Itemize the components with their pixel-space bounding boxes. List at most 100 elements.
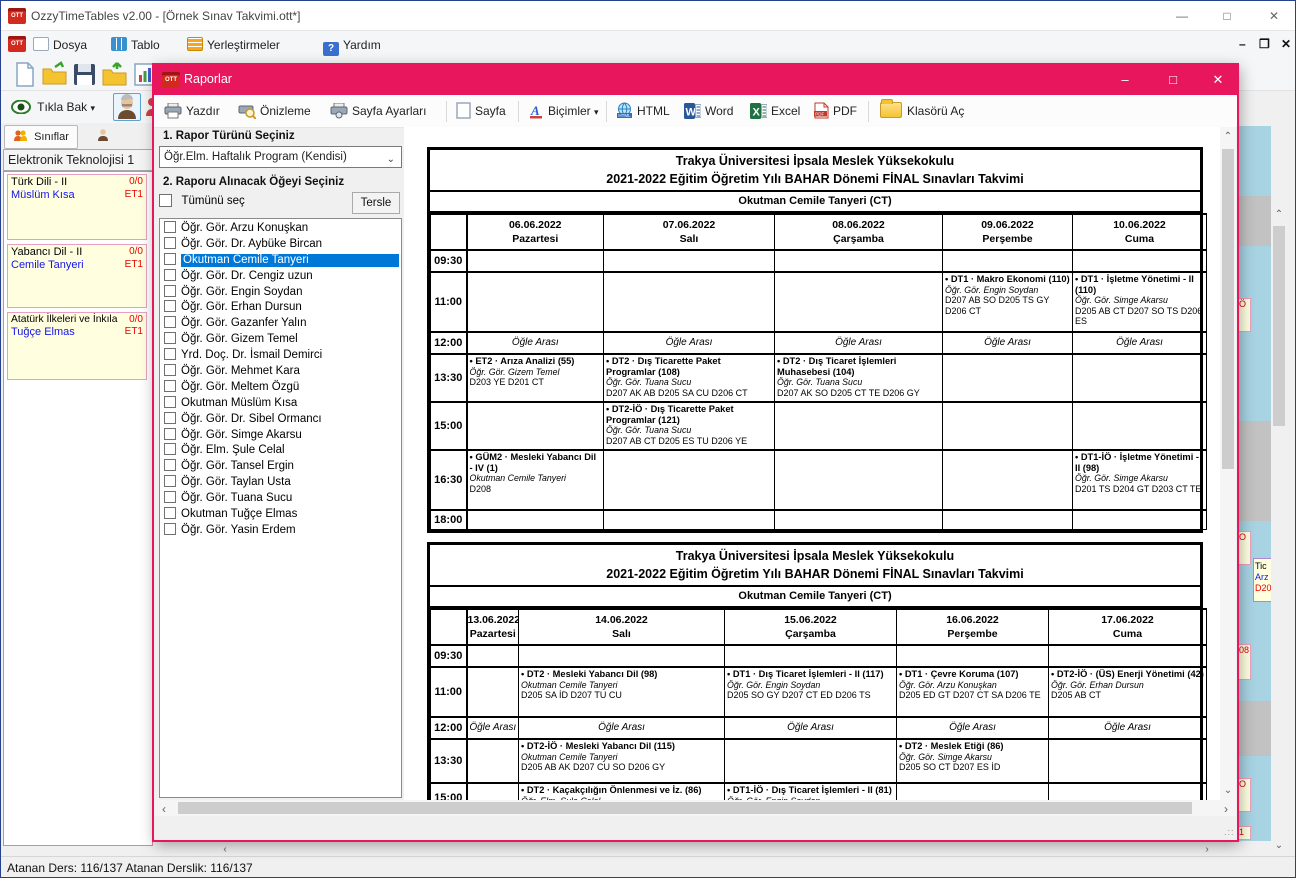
teacher-list-item[interactable]: Okutman Müslüm Kısa [160, 396, 401, 412]
course-card[interactable]: Yabancı Dil - II0/0 Cemile TanyeriET1 [7, 244, 147, 308]
report-type-select[interactable]: Öğr.Elm. Haftalık Program (Kendisi)⌄ [159, 146, 402, 168]
maximize-button[interactable]: □ [1218, 9, 1236, 23]
teacher-list-item[interactable]: Öğr. Gör. Dr. Cengiz uzun [160, 269, 401, 285]
export-folder-icon[interactable] [101, 61, 128, 88]
teacher-listbox[interactable]: Öğr. Gör. Arzu KonuşkanÖğr. Gör. Dr. Ayb… [159, 218, 402, 798]
teacher-checkbox[interactable] [164, 412, 176, 424]
teacher-list-item[interactable]: Öğr. Gör. Yasin Erdem [160, 523, 401, 539]
teacher-checkbox[interactable] [164, 507, 176, 519]
formats-button[interactable]: ABiçimler ▾ [528, 99, 599, 124]
teacher-checkbox[interactable] [164, 428, 176, 440]
teacher-checkbox[interactable] [164, 348, 176, 360]
menu-dosya[interactable]: Dosya [33, 35, 87, 55]
teacher-list-item[interactable]: Öğr. Gör. Dr. Sibel Ormancı [160, 412, 401, 428]
teacher-checkbox[interactable] [164, 396, 176, 408]
teacher-list-item[interactable]: Öğr. Gör. Tansel Ergin [160, 459, 401, 475]
new-file-icon[interactable] [11, 61, 38, 88]
preview-button[interactable]: Önizleme [238, 99, 311, 124]
teacher-checkbox[interactable] [164, 491, 176, 503]
teacher-checkbox[interactable] [164, 269, 176, 281]
mdi-close-button[interactable]: ✕ [1281, 37, 1291, 51]
scrollbar-thumb[interactable] [1222, 149, 1234, 469]
teacher-list-item[interactable]: Öğr. Gör. Taylan Usta [160, 475, 401, 491]
teacher-checkbox[interactable] [164, 237, 176, 249]
teacher-checkbox[interactable] [164, 443, 176, 455]
teacher-list-item[interactable]: Okutman Cemile Tanyeri [160, 253, 401, 269]
scroll-right-icon[interactable]: › [1201, 844, 1213, 855]
open-folder-button[interactable]: Klasörü Aç [880, 99, 964, 124]
teacher-checkbox[interactable] [164, 380, 176, 392]
teacher-list-item[interactable]: Öğr. Gör. Meltem Özgü [160, 380, 401, 396]
scroll-left-icon[interactable]: ‹ [219, 844, 231, 855]
mdi-horizontal-scrollbar[interactable]: ‹ › [215, 841, 1241, 856]
exam-cell [943, 510, 1073, 529]
teacher-checkbox[interactable] [164, 475, 176, 487]
scroll-down-icon[interactable]: ⌄ [1271, 840, 1287, 851]
tab-siniflar[interactable]: Sınıflar [4, 125, 78, 149]
page-button[interactable]: Sayfa [456, 99, 506, 124]
pdf-export-button[interactable]: PDFPDF [814, 99, 857, 124]
teacher-list-item[interactable]: Öğr. Gör. Dr. Aybüke Bircan [160, 237, 401, 253]
teacher-list-item[interactable]: Öğr. Gör. Gizem Temel [160, 332, 401, 348]
close-button[interactable]: ✕ [1265, 9, 1283, 23]
resize-grip[interactable]: .:: [1224, 827, 1234, 837]
dialog-titlebar[interactable]: OTT Raporlar – □ ✕ [154, 65, 1237, 95]
menu-yardim[interactable]: ?Yardım [323, 35, 381, 55]
html-export-button[interactable]: HTMLHTML [616, 99, 670, 124]
excel-export-button[interactable]: XExcel [750, 99, 800, 124]
teacher-checkbox[interactable] [164, 300, 176, 312]
scrollbar-thumb[interactable] [178, 802, 1192, 814]
teacher-checkbox[interactable] [164, 285, 176, 297]
time-slot-label: 12:00 [431, 717, 467, 739]
open-folder-icon[interactable] [41, 61, 68, 88]
teacher-checkbox[interactable] [164, 221, 176, 233]
mdi-restore-button[interactable]: ❐ [1259, 37, 1270, 51]
preview-horizontal-scrollbar[interactable]: ‹ › [154, 800, 1236, 816]
mdi-minimize-button[interactable]: – [1239, 37, 1246, 51]
minimize-button[interactable]: — [1173, 9, 1191, 23]
scrollbar-thumb[interactable] [1273, 226, 1285, 426]
select-all-checkbox[interactable] [159, 194, 172, 207]
teacher-list-item[interactable]: Öğr. Gör. Engin Soydan [160, 285, 401, 301]
dialog-maximize-button[interactable]: □ [1162, 72, 1184, 88]
word-export-button[interactable]: WWord [684, 99, 733, 124]
mdi-vertical-scrollbar[interactable]: ⌃ ⌄ [1271, 206, 1287, 854]
teacher-list-item[interactable]: Öğr. Gör. Mehmet Kara [160, 364, 401, 380]
mdi-app-icon[interactable]: OTT [8, 36, 26, 52]
dialog-close-button[interactable]: ✕ [1207, 72, 1229, 88]
scroll-left-icon[interactable]: ‹ [159, 802, 169, 816]
menu-tablo[interactable]: Tablo [111, 35, 160, 55]
teacher-list-item[interactable]: Okutman Tuğçe Elmas [160, 507, 401, 523]
tikla-bak-button[interactable]: Tıkla Bak ▾ [7, 94, 103, 120]
teacher-list-item[interactable]: Öğr. Elm. Şule Celal [160, 443, 401, 459]
teacher-checkbox[interactable] [164, 316, 176, 328]
preview-vertical-scrollbar[interactable]: ⌃ ⌄ [1220, 127, 1236, 800]
teacher-checkbox[interactable] [164, 253, 176, 265]
menu-yerlestirmeler[interactable]: Yerleştirmeler [187, 35, 280, 55]
teacher-view-button[interactable] [113, 93, 141, 121]
invert-selection-button[interactable]: Tersle [352, 192, 400, 214]
course-card[interactable]: Atatürk İlkeleri ve İnkıla0/0 Tuğçe Elma… [7, 312, 147, 380]
print-button[interactable]: Yazdır [164, 99, 220, 124]
dialog-minimize-button[interactable]: – [1114, 72, 1136, 88]
scroll-down-icon[interactable]: ⌄ [1220, 785, 1236, 796]
page-setup-button[interactable]: Sayfa Ayarları [330, 99, 426, 124]
teacher-checkbox[interactable] [164, 459, 176, 471]
teacher-list-item[interactable]: Yrd. Doç. Dr. İsmail Demirci [160, 348, 401, 364]
class-header[interactable]: Elektronik Teknolojisi 1 [3, 149, 153, 171]
save-icon[interactable] [71, 61, 98, 88]
teacher-list-item[interactable]: Öğr. Gör. Arzu Konuşkan [160, 221, 401, 237]
course-card[interactable]: Türk Dili - II0/0 Müslüm KısaET1 [7, 174, 147, 240]
teacher-list-item[interactable]: Öğr. Gör. Gazanfer Yalın [160, 316, 401, 332]
scroll-up-icon[interactable]: ⌃ [1220, 131, 1236, 142]
teacher-list-item[interactable]: Öğr. Gör. Erhan Dursun [160, 300, 401, 316]
teacher-list-item[interactable]: Öğr. Gör. Tuana Sucu [160, 491, 401, 507]
teacher-checkbox[interactable] [164, 364, 176, 376]
teacher-checkbox[interactable] [164, 332, 176, 344]
teacher-list-item[interactable]: Öğr. Gör. Simge Akarsu [160, 428, 401, 444]
bg-course-fragment: 1 [1238, 826, 1251, 840]
tab-ogretim-elemanlari[interactable]: Öğretim El [89, 125, 153, 149]
scroll-up-icon[interactable]: ⌃ [1271, 209, 1287, 220]
teacher-checkbox[interactable] [164, 523, 176, 535]
scroll-right-icon[interactable]: › [1221, 802, 1231, 816]
